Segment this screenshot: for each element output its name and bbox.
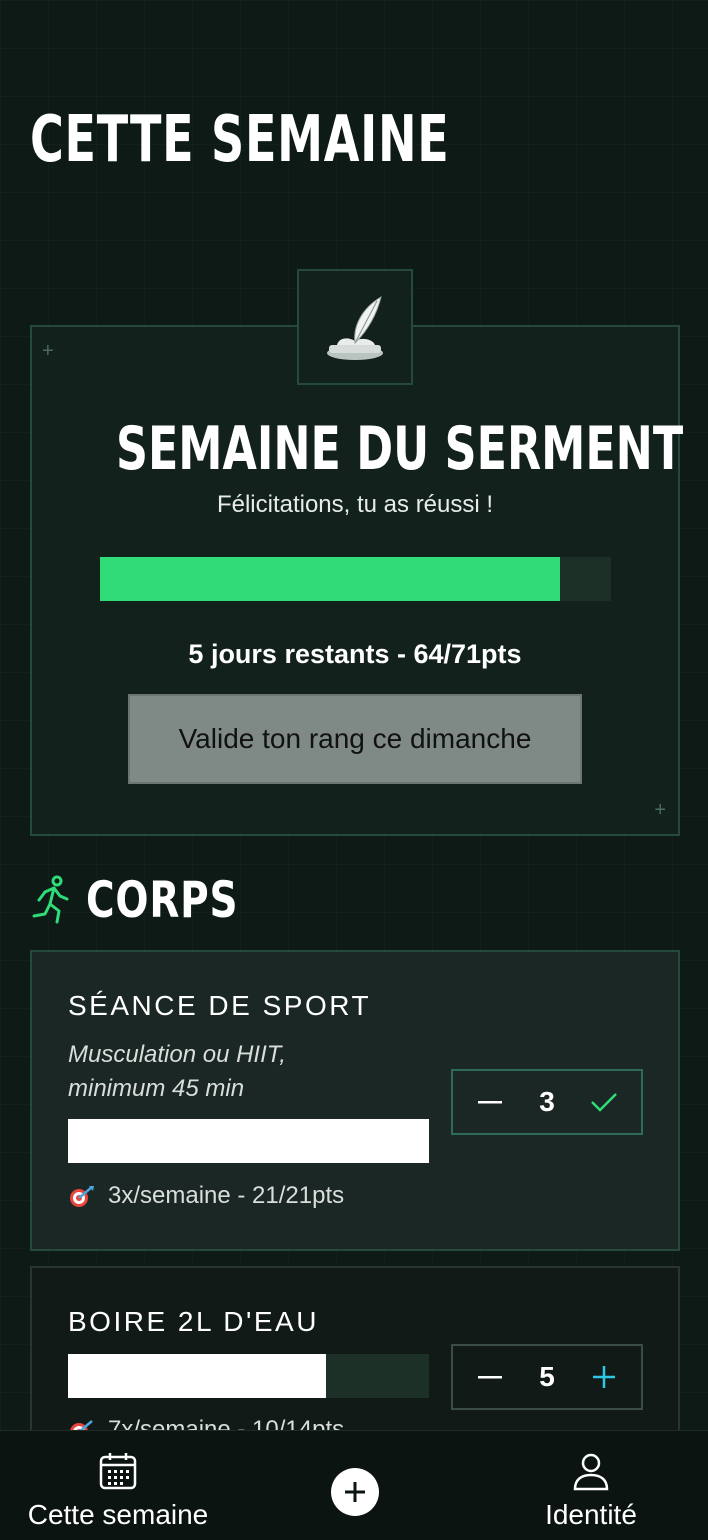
checkmark-icon xyxy=(591,1093,617,1112)
user-icon xyxy=(573,1453,609,1491)
week-progress-bar xyxy=(100,557,611,601)
nav-label: Identité xyxy=(545,1499,637,1530)
habit-count: 3 xyxy=(539,1086,555,1117)
corner-plus-icon: + xyxy=(42,340,54,362)
decrement-button[interactable] xyxy=(453,1346,527,1408)
section-header-corps: CORPS xyxy=(30,868,281,932)
week-subtitle: Félicitations, tu as réussi ! xyxy=(216,491,494,518)
running-person-icon xyxy=(32,875,69,924)
habit-description: Musculation ou HIIT, minimum 45 min xyxy=(68,1041,286,1102)
habit-count: 5 xyxy=(539,1361,555,1392)
complete-button[interactable] xyxy=(567,1071,641,1133)
bottom-nav: Cette semaine Identité xyxy=(0,1430,708,1540)
habit-progress-fill xyxy=(68,1119,429,1163)
habit-title: BOIRE 2L D'EAU xyxy=(68,1306,319,1337)
minus-icon xyxy=(478,1376,502,1379)
habit-meta-text: 3x/semaine - 21/21pts xyxy=(108,1182,345,1209)
target-dart-icon xyxy=(68,1184,96,1208)
habit-title: SÉANCE DE SPORT xyxy=(68,990,372,1021)
week-badge xyxy=(297,269,413,385)
habit-progress-bar xyxy=(68,1119,429,1163)
corner-plus-icon: + xyxy=(654,799,666,821)
week-summary-card: + + SEMAINE DU SERMENT Félicitations, tu… xyxy=(30,325,684,836)
calendar-icon xyxy=(99,1453,137,1490)
page-title: CETTE SEMAINE xyxy=(30,103,450,177)
nav-label: Cette semaine xyxy=(27,1499,209,1530)
minus-icon xyxy=(478,1101,502,1104)
habit-card-sport: SÉANCE DE SPORT Musculation ou HIIT, min… xyxy=(30,950,680,1251)
habit-meta: 3x/semaine - 21/21pts xyxy=(68,1182,344,1210)
week-progress-fill xyxy=(100,557,561,601)
plus-icon xyxy=(593,1366,615,1388)
plus-icon xyxy=(345,1482,365,1502)
week-title: SEMAINE DU SERMENT xyxy=(115,414,684,484)
habit-stepper: 5 xyxy=(451,1344,643,1410)
nav-item-identity[interactable]: Identité xyxy=(530,1451,652,1531)
decrement-button[interactable] xyxy=(453,1071,527,1133)
validate-rank-button[interactable]: Valide ton rang ce dimanche xyxy=(128,694,582,784)
quill-trophy-icon xyxy=(327,295,383,360)
week-stats: 5 jours restants - 64/71pts xyxy=(188,639,522,669)
add-button[interactable] xyxy=(331,1468,379,1516)
habit-stepper: 3 xyxy=(451,1069,643,1135)
habit-progress-fill xyxy=(68,1354,326,1398)
increment-button[interactable] xyxy=(567,1346,641,1408)
habit-progress-bar xyxy=(68,1354,429,1398)
nav-item-this-week[interactable]: Cette semaine xyxy=(18,1451,218,1531)
section-title: CORPS xyxy=(86,871,239,929)
